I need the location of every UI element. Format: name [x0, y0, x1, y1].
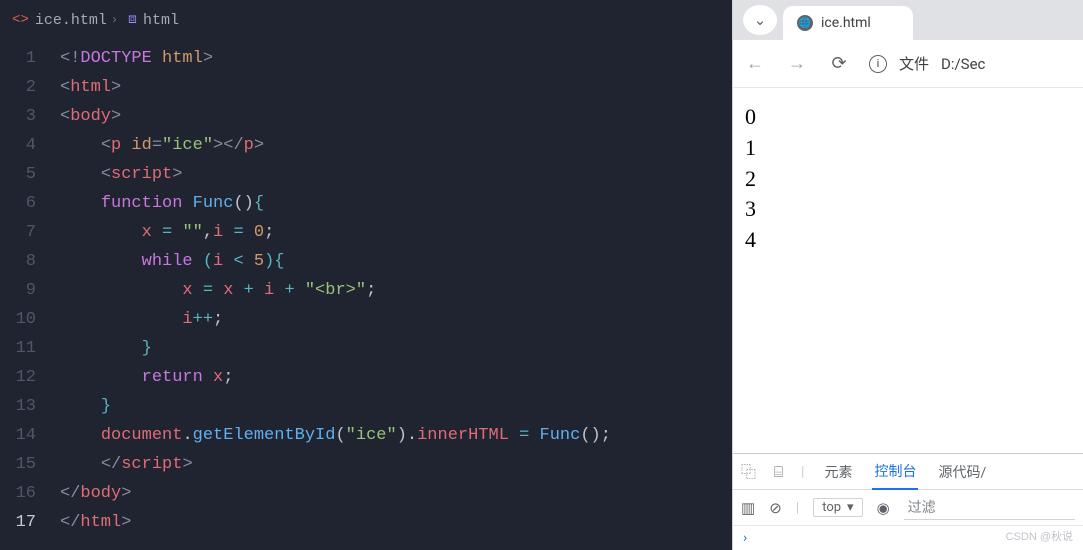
- info-icon[interactable]: i: [869, 55, 887, 73]
- line-number[interactable]: 9: [0, 276, 36, 305]
- output-line: 4: [745, 225, 1071, 256]
- line-number[interactable]: 6: [0, 189, 36, 218]
- line-number[interactable]: 8: [0, 247, 36, 276]
- cube-icon: ⧈: [128, 12, 137, 28]
- line-gutter: 1 2 3 4 5 6 7 8 9 10 11 12 13 14 15 16 1…: [0, 40, 50, 550]
- inspect-icon[interactable]: ⿻: [741, 461, 756, 482]
- breadcrumb[interactable]: <> ice.html › ⧈ html: [0, 0, 732, 40]
- tab-sources[interactable]: 源代码/: [936, 462, 988, 482]
- file-icon: <>: [12, 12, 29, 28]
- line-number[interactable]: 1: [0, 44, 36, 73]
- browser-pane: ⌄ 🌐 ice.html ← → ⟳ i 文件 D:/Sec 0 1 2 3 4…: [732, 0, 1083, 550]
- address-bar: ← → ⟳ i 文件 D:/Sec: [733, 40, 1083, 88]
- browser-tab[interactable]: 🌐 ice.html: [783, 6, 913, 40]
- device-icon[interactable]: ⌸: [774, 463, 783, 481]
- output-line: 1: [745, 133, 1071, 164]
- chevron-right-icon: ›: [111, 13, 118, 27]
- globe-icon: 🌐: [797, 15, 813, 31]
- tab-dropdown-button[interactable]: ⌄: [743, 5, 777, 35]
- clear-console-icon[interactable]: ⊘: [769, 499, 782, 517]
- caret-down-icon: ▾: [847, 500, 854, 515]
- line-number[interactable]: 10: [0, 305, 36, 334]
- output-line: 3: [745, 194, 1071, 225]
- code-body: 1 2 3 4 5 6 7 8 9 10 11 12 13 14 15 16 1…: [0, 40, 732, 550]
- tab-elements[interactable]: 元素: [822, 462, 854, 482]
- line-number[interactable]: 7: [0, 218, 36, 247]
- breadcrumb-file[interactable]: ice.html: [35, 12, 107, 29]
- tab-strip: ⌄ 🌐 ice.html: [733, 0, 1083, 40]
- address-label: 文件: [899, 53, 929, 74]
- line-number[interactable]: 13: [0, 392, 36, 421]
- back-button[interactable]: ←: [743, 53, 767, 74]
- context-selector[interactable]: top ▾: [813, 498, 862, 517]
- page-content: 0 1 2 3 4: [733, 88, 1083, 453]
- sidebar-toggle-icon[interactable]: ▥: [741, 499, 755, 517]
- filter-input[interactable]: 过滤: [904, 495, 1075, 520]
- tab-console[interactable]: 控制台: [872, 454, 918, 490]
- tab-title: ice.html: [821, 15, 871, 31]
- code-area[interactable]: <!DOCTYPE html><html><body> <p id="ice">…: [50, 40, 732, 550]
- line-number[interactable]: 14: [0, 421, 36, 450]
- line-number[interactable]: 17: [0, 508, 36, 537]
- reload-button[interactable]: ⟳: [827, 53, 851, 74]
- forward-button[interactable]: →: [785, 53, 809, 74]
- devtools-toolbar: ▥ ⊘ | top ▾ ◉ 过滤: [733, 490, 1083, 526]
- output-line: 0: [745, 102, 1071, 133]
- line-number[interactable]: 16: [0, 479, 36, 508]
- address-path: D:/Sec: [941, 55, 985, 73]
- line-number[interactable]: 11: [0, 334, 36, 363]
- breadcrumb-symbol[interactable]: html: [143, 12, 179, 29]
- line-number[interactable]: 15: [0, 450, 36, 479]
- line-number[interactable]: 4: [0, 131, 36, 160]
- eye-icon[interactable]: ◉: [877, 499, 890, 517]
- output-line: 2: [745, 164, 1071, 195]
- code-editor-pane: <> ice.html › ⧈ html 1 2 3 4 5 6 7 8 9 1…: [0, 0, 732, 550]
- line-number[interactable]: 2: [0, 73, 36, 102]
- line-number[interactable]: 12: [0, 363, 36, 392]
- line-number[interactable]: 3: [0, 102, 36, 131]
- line-number[interactable]: 5: [0, 160, 36, 189]
- devtools-tabs: ⿻ ⌸ | 元素 控制台 源代码/: [733, 454, 1083, 490]
- address-field[interactable]: i 文件 D:/Sec: [869, 53, 985, 74]
- watermark: CSDN @秋说: [1006, 528, 1073, 544]
